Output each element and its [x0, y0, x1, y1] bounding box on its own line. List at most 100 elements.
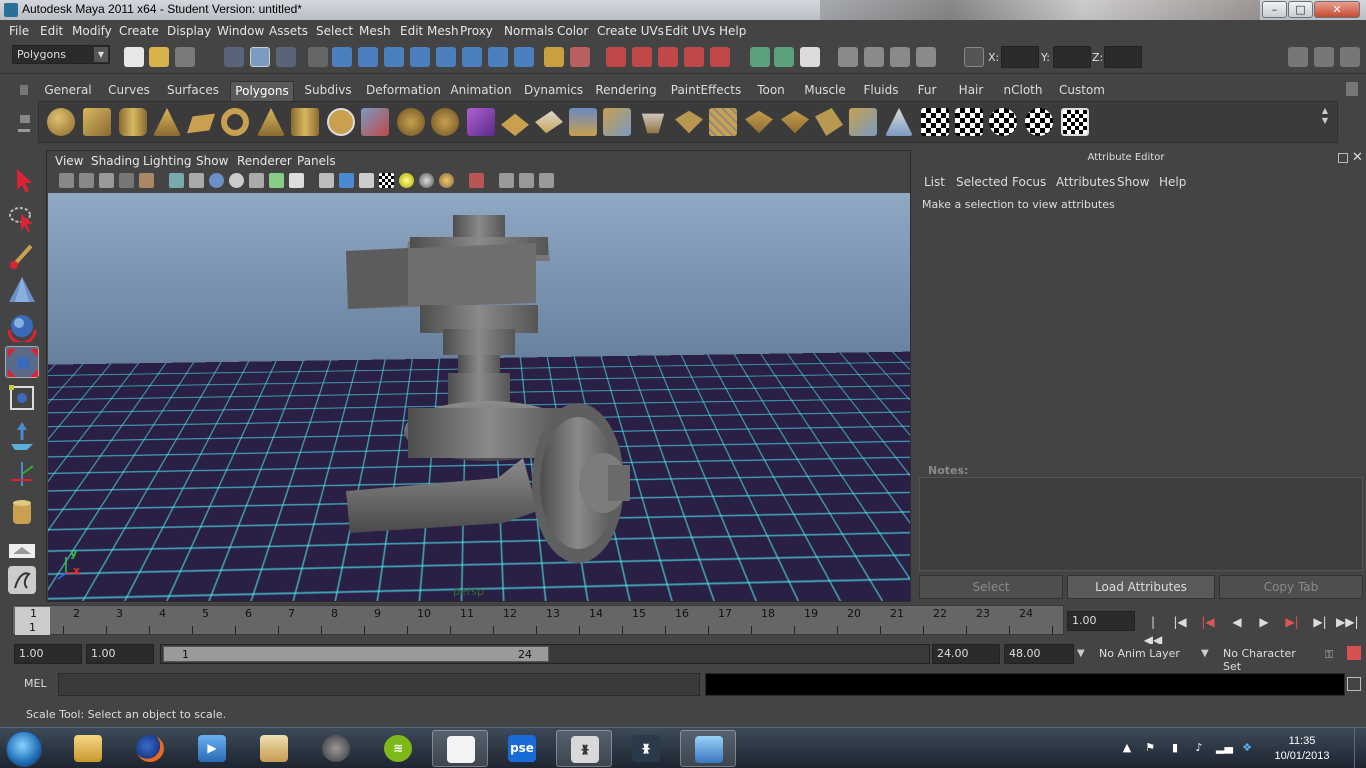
menu-select[interactable]: Select — [316, 24, 353, 38]
taskbar-media-player[interactable]: ▶ — [184, 730, 240, 767]
y-field[interactable] — [1053, 46, 1091, 68]
close-panel-icon[interactable]: ✕ — [1352, 150, 1363, 165]
menu-assets[interactable]: Assets — [269, 24, 308, 38]
shelf-tab-ncloth[interactable]: nCloth — [1000, 81, 1046, 101]
smooth-shade-icon[interactable] — [339, 173, 354, 188]
poly-torus-icon[interactable] — [221, 108, 249, 136]
select-camera-icon[interactable] — [59, 173, 74, 188]
wireframe-on-shaded-icon[interactable] — [359, 173, 374, 188]
go-to-start-icon[interactable]: |◀◀ — [1142, 613, 1164, 647]
go-to-end-icon[interactable]: ▶▶| — [1336, 613, 1359, 631]
maximize-button[interactable]: □ — [1288, 1, 1313, 18]
menu-edit-uvs[interactable]: Edit UVs — [665, 24, 715, 38]
paint-select-tool-icon[interactable] — [5, 240, 39, 272]
separate-icon[interactable] — [361, 108, 389, 136]
planar-mapping-icon[interactable] — [955, 108, 983, 136]
transform-field-toggle-icon[interactable] — [964, 47, 984, 67]
extrude-icon[interactable] — [501, 113, 529, 136]
panel-menu-panels[interactable]: Panels — [297, 154, 336, 168]
xray-icon[interactable] — [499, 173, 514, 188]
snap-view-plane-icon[interactable] — [684, 47, 704, 67]
bridge-icon[interactable] — [535, 110, 563, 134]
safe-action-icon[interactable] — [269, 173, 284, 188]
shelf-tab-animation[interactable]: Animation — [450, 81, 512, 101]
use-all-lights-icon[interactable] — [399, 173, 414, 188]
poly-pyramid-icon[interactable] — [257, 108, 285, 136]
z-field[interactable] — [1104, 46, 1142, 68]
menu-edit[interactable]: Edit — [40, 24, 63, 38]
show-attribute-editor-icon[interactable] — [1288, 47, 1308, 67]
xray-components-icon[interactable] — [539, 173, 554, 188]
perspective-viewport[interactable]: y x persp — [48, 193, 910, 601]
mask-curves-icon[interactable] — [384, 47, 404, 67]
safe-title-icon[interactable] — [289, 173, 304, 188]
menu-create-uvs[interactable]: Create UVs — [597, 24, 664, 38]
wedge-face-icon[interactable] — [781, 110, 809, 134]
anim-layer-dropdown[interactable]: No Anim Layer — [1094, 644, 1196, 664]
append-polygon-icon[interactable] — [569, 108, 597, 136]
menu-color[interactable]: Color — [557, 24, 588, 38]
bevel-icon[interactable] — [641, 113, 665, 134]
poly-cube-icon[interactable] — [83, 108, 111, 136]
field-chart-icon[interactable] — [249, 173, 264, 188]
select-component-icon[interactable] — [276, 47, 296, 67]
taskbar-maya-alt[interactable]: ᚕ — [618, 730, 674, 767]
insert-edge-loop-icon[interactable] — [675, 110, 703, 134]
menu-edit-mesh[interactable]: Edit Mesh — [400, 24, 459, 38]
last-used-tool-icon[interactable] — [5, 496, 39, 528]
show-tool-settings-icon[interactable] — [1314, 47, 1334, 67]
step-back-key-icon[interactable]: |◀ — [1197, 613, 1219, 631]
chevron-down-icon[interactable]: ▼ — [1201, 648, 1209, 659]
taskbar-spotify[interactable]: ≋ — [370, 730, 426, 767]
output-ops-icon[interactable] — [774, 47, 794, 67]
extract-icon[interactable] — [849, 108, 877, 136]
average-icon[interactable] — [431, 108, 459, 136]
show-channel-box-icon[interactable] — [1340, 47, 1360, 67]
step-back-frame-icon[interactable]: |◀ — [1169, 613, 1191, 631]
panel-menu-view[interactable]: View — [55, 154, 83, 168]
panel-menu-show[interactable]: Show — [196, 154, 228, 168]
xray-joints-icon[interactable] — [519, 173, 534, 188]
poke-face-icon[interactable] — [745, 110, 773, 134]
playback-end-field[interactable]: 24.00 — [932, 644, 1000, 664]
notes-field[interactable] — [919, 477, 1363, 571]
shelf-menu-icon[interactable] — [14, 79, 34, 141]
shelf-tab-deformation[interactable]: Deformation — [366, 81, 441, 101]
shelf-tab-general[interactable]: General — [44, 81, 92, 101]
panel-menu-shading[interactable]: Shading — [91, 154, 140, 168]
combine-icon[interactable] — [327, 108, 355, 136]
two-d-pan-zoom-icon[interactable] — [139, 173, 154, 188]
image-plane-icon[interactable] — [119, 173, 134, 188]
snap-grid-icon[interactable] — [606, 47, 626, 67]
system-clock[interactable]: 11:35 10/01/2013 — [1264, 734, 1340, 764]
taskbar-calendar-app[interactable] — [432, 730, 488, 767]
mirror-cut-icon[interactable] — [467, 108, 495, 136]
start-time-field[interactable]: 1.00 — [14, 644, 82, 664]
smooth-icon[interactable] — [397, 108, 425, 136]
resolution-gate-icon[interactable] — [209, 173, 224, 188]
taskbar-firefox[interactable] — [122, 730, 178, 767]
mask-rendering-icon[interactable] — [488, 47, 508, 67]
scale-tool-icon[interactable] — [5, 346, 39, 378]
play-backwards-icon[interactable]: ◀ — [1226, 613, 1248, 631]
isolate-select-icon[interactable] — [469, 173, 484, 188]
panel-menu-renderer[interactable]: Renderer — [237, 154, 292, 168]
mel-label[interactable]: MEL — [24, 677, 47, 690]
grid-icon[interactable] — [169, 173, 184, 188]
soft-mod-tool-icon[interactable] — [5, 274, 39, 306]
poly-plane-icon[interactable] — [187, 113, 215, 134]
menu-file[interactable]: File — [9, 24, 29, 38]
poly-pipe-icon[interactable] — [291, 108, 319, 136]
range-slider-handle[interactable]: 1 24 — [163, 646, 549, 662]
layout-presets-icon[interactable] — [5, 564, 39, 596]
battery-icon[interactable]: ▮ — [1168, 741, 1182, 755]
network-icon[interactable]: ▂▄ — [1216, 741, 1233, 755]
taskbar-image-viewer[interactable] — [680, 730, 736, 767]
character-set-dropdown[interactable]: No Character Set — [1218, 644, 1318, 673]
shelf-tab-dynamics[interactable]: Dynamics — [524, 81, 583, 101]
shelf-tab-surfaces[interactable]: Surfaces — [166, 81, 220, 101]
ae-menu-show[interactable]: Show — [1117, 175, 1149, 189]
menu-normals[interactable]: Normals — [504, 24, 554, 38]
play-forwards-icon[interactable]: ▶ — [1253, 613, 1275, 631]
ae-menu-selected[interactable]: Selected — [956, 175, 1008, 189]
